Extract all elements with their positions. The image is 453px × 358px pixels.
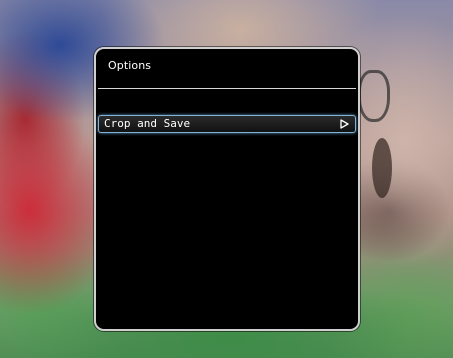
dialog-divider xyxy=(98,88,356,89)
menu-item-label: Crop and Save xyxy=(104,117,191,130)
play-arrow-icon xyxy=(340,119,349,129)
options-dialog: Options Crop and Save xyxy=(94,47,360,331)
photo-detail-glasses xyxy=(358,70,390,122)
photo-frame-screen: Options Crop and Save xyxy=(0,0,453,358)
menu-item-crop-and-save[interactable]: Crop and Save xyxy=(98,115,356,133)
photo-detail-eye xyxy=(372,138,392,198)
dialog-title: Options xyxy=(108,59,152,72)
